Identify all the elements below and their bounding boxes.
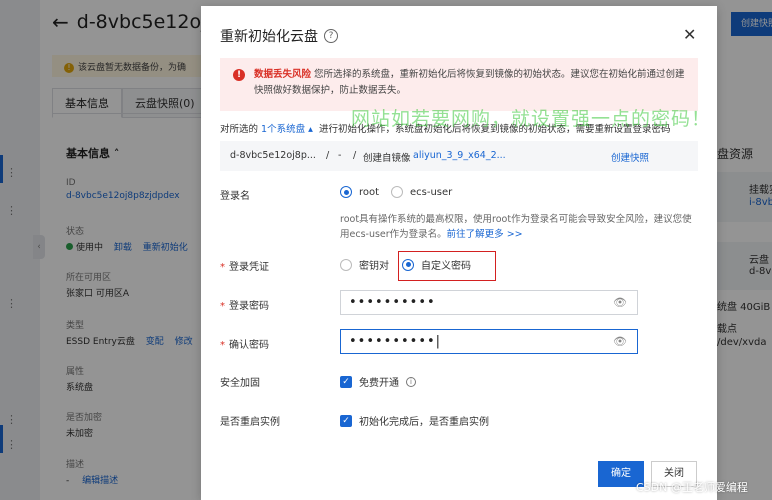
selected-disks-toggle[interactable]: 1个系统盘 ▴ — [261, 124, 313, 135]
password-label: * 登录密码 — [220, 301, 269, 312]
login-root-radio[interactable]: root — [340, 186, 379, 198]
radio-checked-icon — [340, 186, 352, 198]
help-icon[interactable]: ? — [324, 29, 338, 43]
csdn-watermark: CSDN @王老师爱编程 — [636, 481, 748, 494]
radio-unchecked-icon — [340, 258, 352, 271]
image-link[interactable]: aliyun_3_9_x64_2... — [413, 150, 506, 161]
selection-summary: 对所选的 1个系统盘 ▴ 进行初始化操作，系统盘初始化后将恢复到镜像的初始状态，… — [220, 124, 671, 135]
radio-unchecked-icon — [391, 186, 403, 198]
login-ecs-user-radio[interactable]: ecs-user — [391, 186, 452, 198]
login-name-label: 登录名 — [220, 191, 250, 202]
data-loss-warning: ! 数据丢失风险 您所选择的系统盘，重新初始化后将恢复到镜像的初始状态。建议您在初… — [220, 58, 698, 111]
restart-instance-checkbox[interactable]: ✓ 初始化完成后，是否重启实例 — [340, 413, 489, 428]
disk-detail-row: d-8vbc5e12oj8p... / - / 创建自镜像 aliyun_3_9… — [220, 141, 698, 171]
eye-hidden-icon[interactable]: 👁 — [613, 296, 627, 309]
checkbox-checked-icon: ✓ — [340, 414, 352, 427]
credential-label: * 登录凭证 — [220, 262, 269, 273]
create-snapshot-link[interactable]: 创建快照 — [611, 150, 649, 164]
error-icon: ! — [233, 69, 245, 81]
security-hardening-label: 安全加固 — [220, 378, 260, 389]
credential-keypair-radio[interactable]: 密钥对 — [340, 257, 389, 272]
password-input[interactable]: •••••••••• 👁 — [340, 290, 638, 315]
highlight-box — [398, 251, 496, 281]
confirm-password-label: * 确认密码 — [220, 340, 269, 351]
close-icon[interactable]: ✕ — [683, 25, 696, 44]
reinit-disk-dialog: 重新初始化云盘 ? ✕ ! 数据丢失风险 您所选择的系统盘，重新初始化后将恢复到镜… — [201, 6, 717, 500]
learn-more-link[interactable]: 前往了解更多 >> — [447, 229, 523, 240]
confirm-password-input[interactable]: ••••••••••| 👁 — [340, 329, 638, 354]
checkbox-checked-icon: ✓ — [340, 375, 352, 388]
info-icon[interactable]: i — [406, 376, 416, 387]
restart-instance-label: 是否重启实例 — [220, 417, 280, 428]
security-hardening-checkbox[interactable]: ✓ 免费开通 i — [340, 374, 416, 389]
dialog-title: 重新初始化云盘 ? — [220, 26, 338, 46]
eye-hidden-icon[interactable]: 👁 — [613, 335, 627, 348]
login-hint: root具有操作系统的最高权限，使用root作为登录名可能会导致安全风险，建议您… — [340, 214, 692, 240]
